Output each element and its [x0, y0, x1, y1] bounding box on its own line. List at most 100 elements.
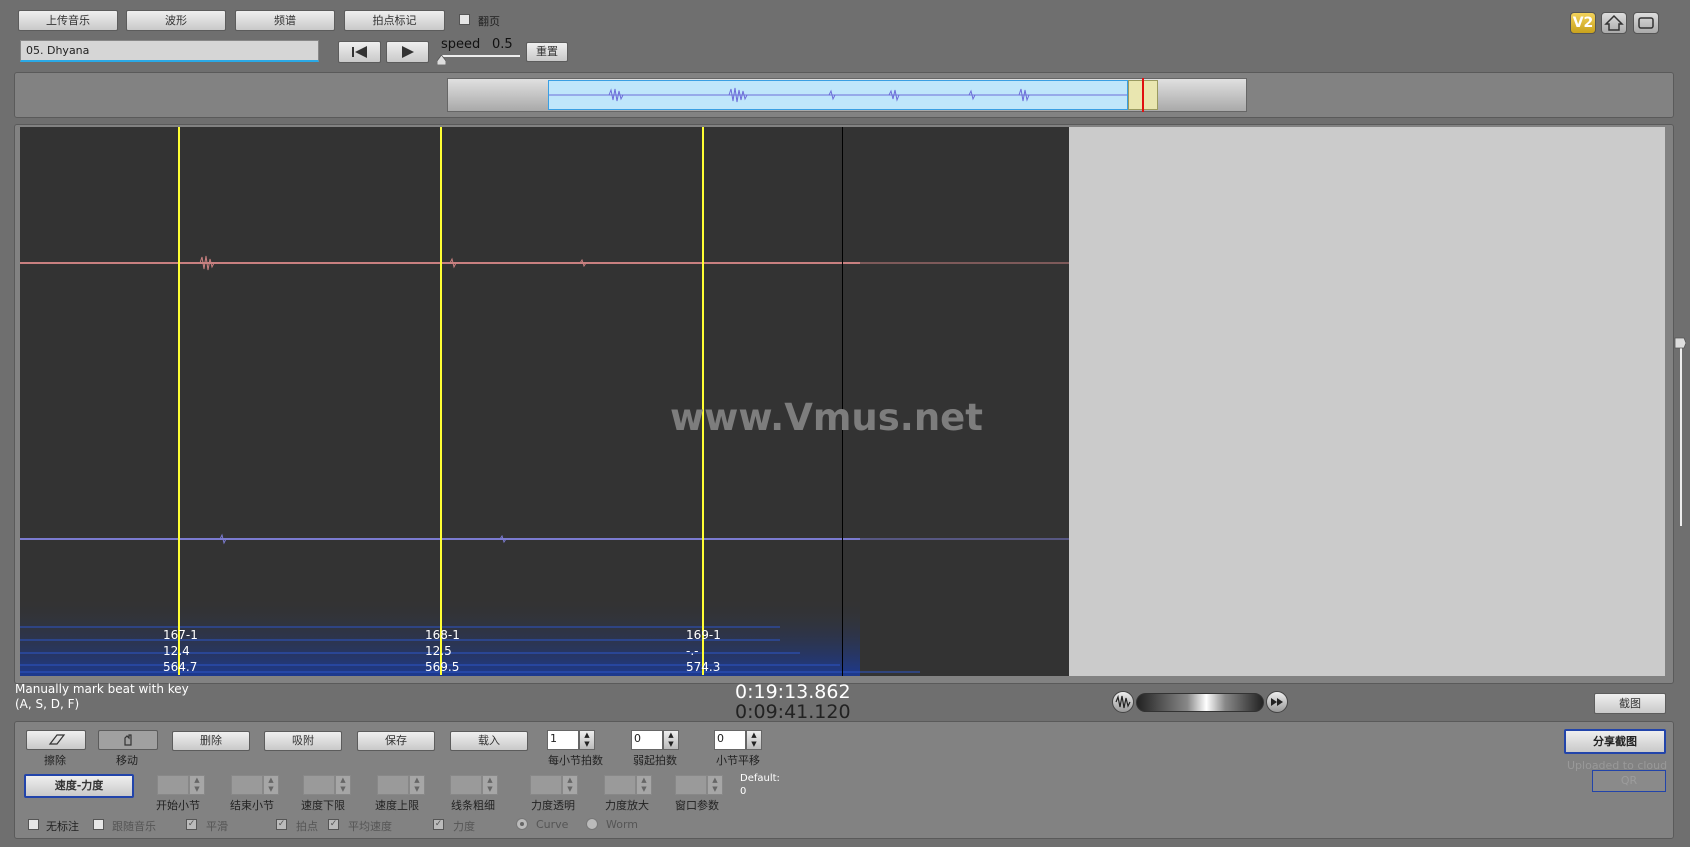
- curve-label: Curve: [536, 818, 569, 831]
- default-value: 0: [740, 786, 747, 797]
- dynamics-transparency-stepper[interactable]: ▲ ▼: [530, 775, 580, 795]
- vertical-zoom-thumb[interactable]: [1674, 337, 1687, 349]
- upload-music-button[interactable]: 上传音乐: [18, 10, 118, 31]
- pickup-beats-label: 弱起拍数: [633, 754, 677, 767]
- follow-music-label: 跟随音乐: [112, 820, 156, 833]
- key-hint: Manually mark beat with key (A, S, D, F): [15, 682, 189, 712]
- tempo-dynamics-mode-button[interactable]: 速度-力度: [24, 774, 134, 798]
- bar-shift-value[interactable]: 0: [714, 730, 746, 750]
- dynamics-transparency-label: 力度透明: [531, 799, 575, 812]
- home-icon: [1604, 14, 1624, 31]
- fast-forward-button[interactable]: [1266, 691, 1288, 713]
- overview-waveform: [549, 87, 1127, 103]
- worm-radio[interactable]: [586, 818, 598, 830]
- no-annotation-label: 无标注: [46, 820, 79, 833]
- tempo-max-stepper[interactable]: ▲ ▼: [377, 775, 427, 795]
- move-tool-button[interactable]: [98, 730, 158, 750]
- play-button[interactable]: [386, 41, 429, 63]
- tempo-max-label: 速度上限: [375, 799, 419, 812]
- overview-playhead[interactable]: [1142, 78, 1144, 112]
- v2-logo[interactable]: V2: [1570, 12, 1596, 34]
- bar-shift-label: 小节平移: [716, 754, 760, 767]
- marker-tempo: 12.5: [425, 644, 452, 658]
- snap-button[interactable]: 吸附: [264, 731, 342, 751]
- follow-music-checkbox[interactable]: [93, 819, 104, 830]
- end-bar-stepper[interactable]: ▲ ▼: [231, 775, 281, 795]
- beat-marker-line[interactable]: [178, 127, 180, 675]
- dynamics-zoom-stepper[interactable]: ▲ ▼: [604, 775, 654, 795]
- spectrum-button[interactable]: 频谱: [235, 10, 335, 31]
- page-turn-checkbox[interactable]: [459, 14, 470, 25]
- marker-time: 564.7: [163, 660, 198, 674]
- bar-shift-stepper[interactable]: 0 ▲ ▼: [714, 730, 764, 750]
- avg-tempo-checkbox[interactable]: ✓: [328, 819, 339, 830]
- overview-selection[interactable]: [548, 80, 1128, 110]
- rewind-button[interactable]: [338, 41, 381, 63]
- marker-time: 574.3: [686, 660, 721, 674]
- stepper-arrows-icon[interactable]: ▲ ▼: [663, 730, 679, 750]
- curve-radio[interactable]: [516, 818, 528, 830]
- beats-per-bar-stepper[interactable]: 1 ▲ ▼: [547, 730, 597, 750]
- no-annotation-checkbox[interactable]: [28, 819, 39, 830]
- start-bar-stepper[interactable]: ▲ ▼: [157, 775, 207, 795]
- marker-tempo: -.-: [686, 644, 699, 658]
- tempo-min-stepper[interactable]: ▲ ▼: [303, 775, 353, 795]
- speed-reset-button[interactable]: 重置: [526, 42, 568, 62]
- dynamics-label: 力度: [453, 820, 475, 833]
- line-width-stepper[interactable]: ▲ ▼: [450, 775, 500, 795]
- stepper-arrows-icon[interactable]: ▲ ▼: [579, 730, 595, 750]
- qr-button[interactable]: QR: [1592, 770, 1666, 792]
- start-bar-label: 开始小节: [156, 799, 200, 812]
- pickup-beats-stepper[interactable]: 0 ▲ ▼: [631, 730, 681, 750]
- share-screenshot-button[interactable]: 分享截图: [1564, 729, 1666, 754]
- speed-slider-track[interactable]: [442, 55, 520, 57]
- speed-slider-thumb[interactable]: [436, 54, 447, 66]
- key-hint-line2: (A, S, D, F): [15, 697, 80, 711]
- beat-mark-button[interactable]: 拍点标记: [344, 10, 445, 31]
- wave-mode-button[interactable]: [1112, 691, 1134, 713]
- watermark: www.Vmus.net: [670, 396, 983, 439]
- eraser-icon: [48, 734, 66, 745]
- tempo-min-label: 速度下限: [301, 799, 345, 812]
- move-hand-icon: [124, 734, 132, 746]
- marker-label: 168-1: [425, 628, 460, 642]
- dynamics-zoom-label: 力度放大: [605, 799, 649, 812]
- beats-checkbox[interactable]: ✓: [276, 819, 287, 830]
- marker-label: 167-1: [163, 628, 198, 642]
- speed-value: 0.5: [492, 37, 513, 52]
- time-current: 0:09:41.120: [735, 701, 851, 723]
- window-param-stepper[interactable]: ▲ ▼: [675, 775, 725, 795]
- marker-label: 169-1: [686, 628, 721, 642]
- stepper-arrows-icon[interactable]: ▲ ▼: [746, 730, 762, 750]
- beats-per-bar-value[interactable]: 1: [547, 730, 579, 750]
- save-button[interactable]: 保存: [357, 731, 435, 751]
- speed-label: speed: [441, 37, 481, 52]
- erase-label: 擦除: [44, 754, 66, 767]
- wave-icon: [1115, 694, 1131, 709]
- home-button[interactable]: [1601, 12, 1627, 34]
- track-name-field[interactable]: 05. Dhyana: [20, 40, 319, 62]
- fullscreen-button[interactable]: [1633, 12, 1659, 34]
- vertical-zoom-slider[interactable]: [1680, 344, 1682, 526]
- waveform-button[interactable]: 波形: [126, 10, 226, 31]
- window-param-label: 窗口参数: [675, 799, 719, 812]
- delete-button[interactable]: 删除: [172, 731, 250, 751]
- volume-scrub-bar[interactable]: [1136, 693, 1264, 712]
- avg-tempo-label: 平均速度: [348, 820, 392, 833]
- dynamics-checkbox[interactable]: ✓: [433, 819, 444, 830]
- smooth-label: 平滑: [206, 820, 228, 833]
- beats-per-bar-label: 每小节拍数: [548, 754, 603, 767]
- smooth-checkbox[interactable]: ✓: [186, 819, 197, 830]
- beats-label: 拍点: [296, 820, 318, 833]
- marker-info: 168-1 12.5 569.5: [425, 627, 460, 675]
- screenshot-button[interactable]: 截图: [1594, 693, 1666, 714]
- erase-tool-button[interactable]: [26, 730, 86, 750]
- load-button[interactable]: 载入: [450, 731, 528, 751]
- pickup-beats-value[interactable]: 0: [631, 730, 663, 750]
- beat-marker-line[interactable]: [440, 127, 442, 675]
- marker-time: 569.5: [425, 660, 460, 674]
- line-width-label: 线条粗细: [451, 799, 495, 812]
- empty-area: [1069, 127, 1665, 676]
- move-label: 移动: [116, 754, 138, 767]
- skip-back-icon: [352, 46, 367, 58]
